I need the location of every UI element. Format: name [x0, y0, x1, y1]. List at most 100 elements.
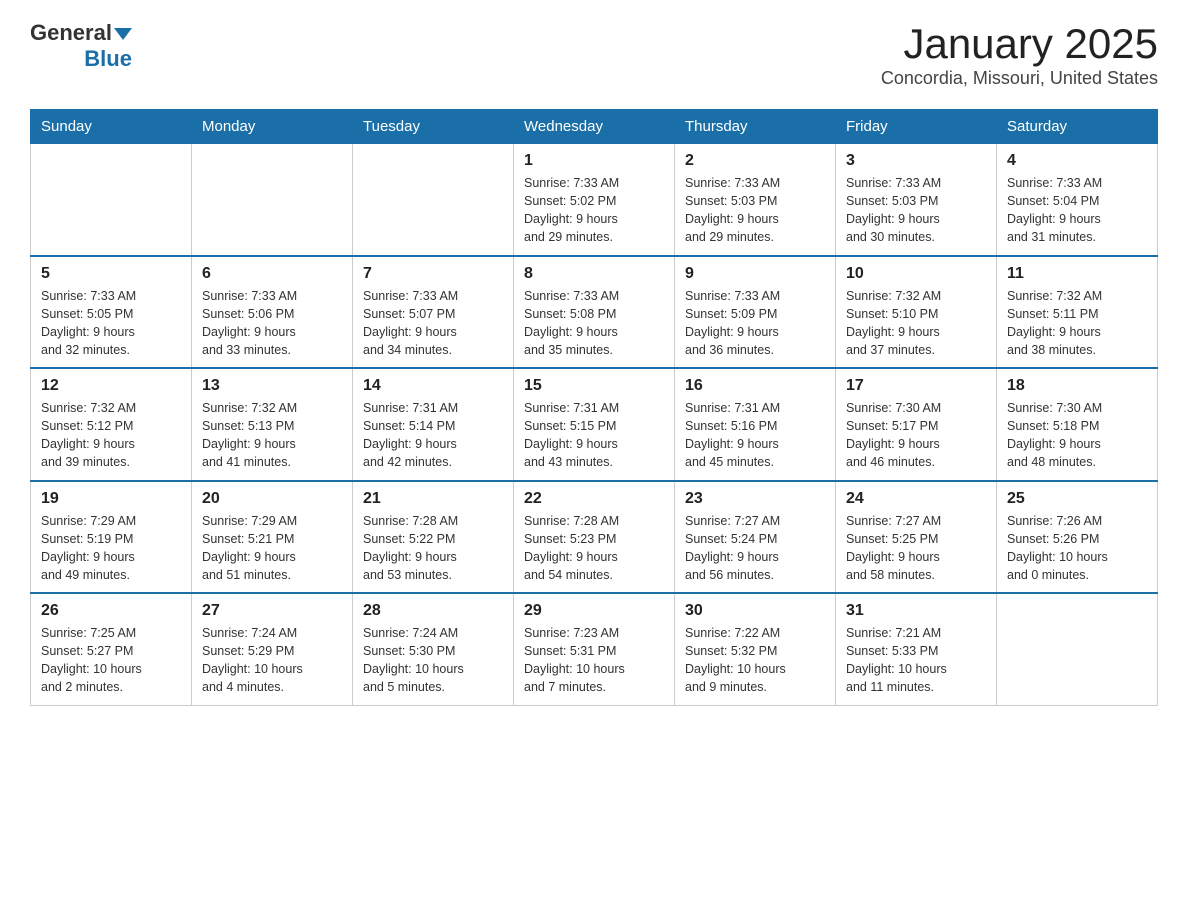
day-info: Sunrise: 7:24 AM Sunset: 5:29 PM Dayligh…	[202, 624, 342, 697]
header-day-saturday: Saturday	[997, 110, 1158, 144]
day-number: 30	[685, 602, 825, 620]
day-number: 14	[363, 377, 503, 395]
day-info: Sunrise: 7:32 AM Sunset: 5:10 PM Dayligh…	[846, 287, 986, 360]
day-info: Sunrise: 7:29 AM Sunset: 5:21 PM Dayligh…	[202, 512, 342, 585]
day-number: 19	[41, 490, 181, 508]
calendar-cell: 6 Sunrise: 7:33 AM Sunset: 5:06 PM Daylig…	[192, 256, 353, 369]
day-number: 31	[846, 602, 986, 620]
calendar-week-row: 5Sunrise: 7:33 AM Sunset: 5:05 PM Daylig…	[31, 256, 1158, 369]
day-info: Sunrise: 7:27 AM Sunset: 5:24 PM Dayligh…	[685, 512, 825, 585]
calendar-cell: 5Sunrise: 7:33 AM Sunset: 5:05 PM Daylig…	[31, 256, 192, 369]
calendar-cell: 26Sunrise: 7:25 AM Sunset: 5:27 PM Dayli…	[31, 593, 192, 705]
day-number: 3	[846, 152, 986, 170]
day-info: Sunrise: 7:28 AM Sunset: 5:23 PM Dayligh…	[524, 512, 664, 585]
calendar-cell: 18 Sunrise: 7:30 AM Sunset: 5:18 PM Dayli…	[997, 368, 1158, 481]
calendar-cell: 31 Sunrise: 7:21 AM Sunset: 5:33 PM Dayli…	[836, 593, 997, 705]
calendar-cell: 4Sunrise: 7:33 AM Sunset: 5:04 PM Daylig…	[997, 144, 1158, 256]
calendar-cell: 17 Sunrise: 7:30 AM Sunset: 5:17 PM Dayli…	[836, 368, 997, 481]
calendar-cell: 23 Sunrise: 7:27 AM Sunset: 5:24 PM Dayli…	[675, 481, 836, 594]
calendar-cell: 21Sunrise: 7:28 AM Sunset: 5:22 PM Dayli…	[353, 481, 514, 594]
calendar-cell: 15 Sunrise: 7:31 AM Sunset: 5:15 PM Dayli…	[514, 368, 675, 481]
day-info: Sunrise: 7:33 AM Sunset: 5:04 PM Dayligh…	[1007, 174, 1147, 247]
day-number: 29	[524, 602, 664, 620]
calendar-cell	[192, 144, 353, 256]
day-info: Sunrise: 7:30 AM Sunset: 5:17 PM Dayligh…	[846, 399, 986, 472]
calendar-cell: 1 Sunrise: 7:33 AM Sunset: 5:02 PM Daylig…	[514, 144, 675, 256]
day-info: Sunrise: 7:33 AM Sunset: 5:09 PM Dayligh…	[685, 287, 825, 360]
calendar-cell: 9Sunrise: 7:33 AM Sunset: 5:09 PM Daylig…	[675, 256, 836, 369]
header-day-wednesday: Wednesday	[514, 110, 675, 144]
logo-icon: General Blue	[30, 20, 132, 72]
calendar-cell: 25 Sunrise: 7:26 AM Sunset: 5:26 PM Dayli…	[997, 481, 1158, 594]
calendar-cell: 7 Sunrise: 7:33 AM Sunset: 5:07 PM Daylig…	[353, 256, 514, 369]
calendar-cell: 16 Sunrise: 7:31 AM Sunset: 5:16 PM Dayli…	[675, 368, 836, 481]
calendar-cell: 29 Sunrise: 7:23 AM Sunset: 5:31 PM Dayli…	[514, 593, 675, 705]
day-number: 24	[846, 490, 986, 508]
calendar-cell: 12 Sunrise: 7:32 AM Sunset: 5:12 PM Dayli…	[31, 368, 192, 481]
calendar-cell	[997, 593, 1158, 705]
day-info: Sunrise: 7:33 AM Sunset: 5:06 PM Dayligh…	[202, 287, 342, 360]
header-day-sunday: Sunday	[31, 110, 192, 144]
day-number: 6	[202, 265, 342, 283]
day-info: Sunrise: 7:33 AM Sunset: 5:03 PM Dayligh…	[846, 174, 986, 247]
day-number: 1	[524, 152, 664, 170]
day-info: Sunrise: 7:25 AM Sunset: 5:27 PM Dayligh…	[41, 624, 181, 697]
day-info: Sunrise: 7:32 AM Sunset: 5:12 PM Dayligh…	[41, 399, 181, 472]
day-number: 11	[1007, 265, 1147, 283]
day-info: Sunrise: 7:30 AM Sunset: 5:18 PM Dayligh…	[1007, 399, 1147, 472]
calendar-cell: 10 Sunrise: 7:32 AM Sunset: 5:10 PM Dayli…	[836, 256, 997, 369]
title-section: January 2025 Concordia, Missouri, United…	[881, 20, 1158, 89]
page-header: General Blue January 2025 Concordia, Mis…	[30, 20, 1158, 89]
calendar-cell	[353, 144, 514, 256]
calendar-cell: 3 Sunrise: 7:33 AM Sunset: 5:03 PM Daylig…	[836, 144, 997, 256]
calendar-cell: 27Sunrise: 7:24 AM Sunset: 5:29 PM Dayli…	[192, 593, 353, 705]
day-info: Sunrise: 7:21 AM Sunset: 5:33 PM Dayligh…	[846, 624, 986, 697]
day-number: 7	[363, 265, 503, 283]
day-info: Sunrise: 7:22 AM Sunset: 5:32 PM Dayligh…	[685, 624, 825, 697]
calendar-cell: 20 Sunrise: 7:29 AM Sunset: 5:21 PM Dayli…	[192, 481, 353, 594]
day-number: 2	[685, 152, 825, 170]
calendar-cell: 30 Sunrise: 7:22 AM Sunset: 5:32 PM Dayli…	[675, 593, 836, 705]
day-info: Sunrise: 7:31 AM Sunset: 5:16 PM Dayligh…	[685, 399, 825, 472]
header-day-tuesday: Tuesday	[353, 110, 514, 144]
logo-general-text: General	[30, 20, 112, 46]
day-info: Sunrise: 7:24 AM Sunset: 5:30 PM Dayligh…	[363, 624, 503, 697]
day-info: Sunrise: 7:32 AM Sunset: 5:13 PM Dayligh…	[202, 399, 342, 472]
day-info: Sunrise: 7:33 AM Sunset: 5:02 PM Dayligh…	[524, 174, 664, 247]
day-number: 20	[202, 490, 342, 508]
day-number: 12	[41, 377, 181, 395]
location: Concordia, Missouri, United States	[881, 68, 1158, 89]
calendar-week-row: 1 Sunrise: 7:33 AM Sunset: 5:02 PM Daylig…	[31, 144, 1158, 256]
calendar-week-row: 26Sunrise: 7:25 AM Sunset: 5:27 PM Dayli…	[31, 593, 1158, 705]
logo-blue-text: Blue	[84, 46, 132, 72]
calendar-header-row: SundayMondayTuesdayWednesdayThursdayFrid…	[31, 110, 1158, 144]
day-info: Sunrise: 7:33 AM Sunset: 5:07 PM Dayligh…	[363, 287, 503, 360]
day-number: 18	[1007, 377, 1147, 395]
day-number: 21	[363, 490, 503, 508]
calendar-cell: 13Sunrise: 7:32 AM Sunset: 5:13 PM Dayli…	[192, 368, 353, 481]
header-day-thursday: Thursday	[675, 110, 836, 144]
day-info: Sunrise: 7:31 AM Sunset: 5:14 PM Dayligh…	[363, 399, 503, 472]
day-info: Sunrise: 7:33 AM Sunset: 5:05 PM Dayligh…	[41, 287, 181, 360]
day-number: 25	[1007, 490, 1147, 508]
calendar-cell	[31, 144, 192, 256]
day-number: 17	[846, 377, 986, 395]
header-day-friday: Friday	[836, 110, 997, 144]
calendar-week-row: 19Sunrise: 7:29 AM Sunset: 5:19 PM Dayli…	[31, 481, 1158, 594]
calendar-week-row: 12 Sunrise: 7:32 AM Sunset: 5:12 PM Dayli…	[31, 368, 1158, 481]
calendar-cell: 11Sunrise: 7:32 AM Sunset: 5:11 PM Dayli…	[997, 256, 1158, 369]
day-number: 23	[685, 490, 825, 508]
logo: General Blue	[30, 20, 132, 72]
day-info: Sunrise: 7:26 AM Sunset: 5:26 PM Dayligh…	[1007, 512, 1147, 585]
day-number: 22	[524, 490, 664, 508]
day-number: 8	[524, 265, 664, 283]
day-info: Sunrise: 7:27 AM Sunset: 5:25 PM Dayligh…	[846, 512, 986, 585]
day-number: 16	[685, 377, 825, 395]
day-info: Sunrise: 7:31 AM Sunset: 5:15 PM Dayligh…	[524, 399, 664, 472]
calendar-cell: 28Sunrise: 7:24 AM Sunset: 5:30 PM Dayli…	[353, 593, 514, 705]
day-info: Sunrise: 7:23 AM Sunset: 5:31 PM Dayligh…	[524, 624, 664, 697]
day-info: Sunrise: 7:33 AM Sunset: 5:08 PM Dayligh…	[524, 287, 664, 360]
calendar-cell: 19Sunrise: 7:29 AM Sunset: 5:19 PM Dayli…	[31, 481, 192, 594]
day-number: 10	[846, 265, 986, 283]
day-number: 15	[524, 377, 664, 395]
